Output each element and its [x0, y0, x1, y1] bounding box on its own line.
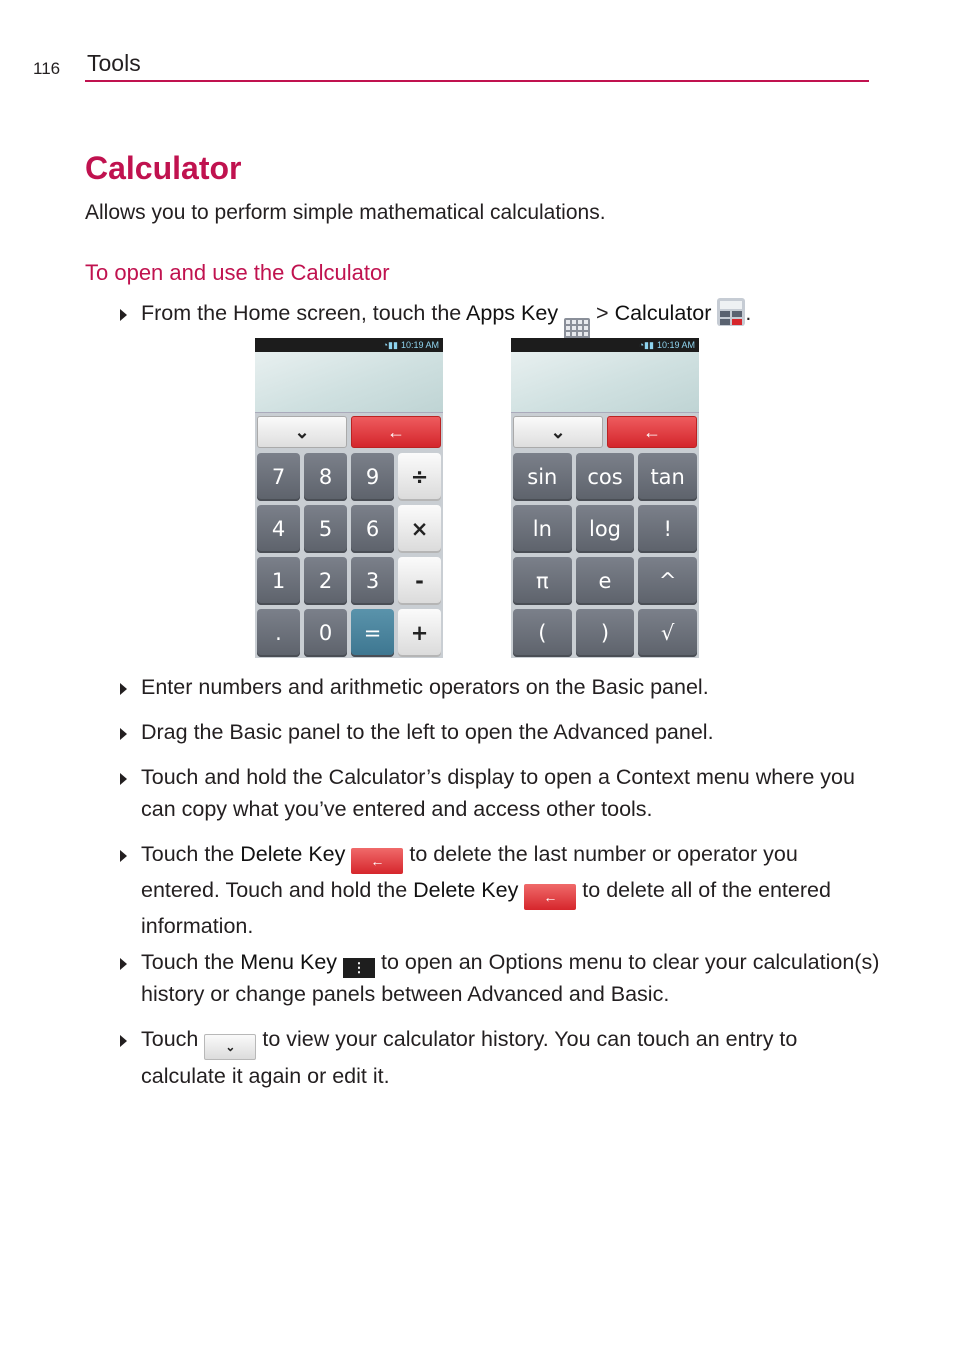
calculator-display[interactable] — [511, 352, 699, 413]
calculator-app-icon — [717, 298, 746, 326]
basic-panel-screenshot: ◔▮▮ 10:19 AM ⌄ ← 7 8 9 ÷ 4 5 6 × 1 2 3-. 0 = + — [255, 338, 443, 658]
adv-key-4[interactable]: log — [575, 505, 635, 553]
basic-keypad: 7 8 9 ÷ 4 5 6 × 1 2 3-. 0 = + — [255, 451, 443, 658]
bullet-icon — [120, 958, 127, 970]
bullet-menu-key: Touch the Menu Key ⋮ to open an Options … — [120, 946, 880, 1010]
key-12[interactable]: . — [257, 609, 300, 657]
header-rule — [85, 80, 869, 82]
delete-button[interactable]: ← — [607, 416, 697, 448]
bullet-icon — [120, 309, 127, 321]
key-14[interactable]: = — [351, 609, 394, 657]
adv-key-3[interactable]: ln — [513, 505, 572, 553]
adv-key-7[interactable]: e — [575, 557, 635, 605]
adv-key-10[interactable]: ) — [575, 609, 635, 657]
key-1[interactable]: 8 — [304, 453, 347, 501]
bullet-delete-key: Touch the Delete Key ← to delete the las… — [120, 838, 880, 942]
key-0[interactable]: 7 — [257, 453, 300, 501]
bullet-context-menu: Touch and hold the Calculator’s display … — [120, 761, 880, 825]
key-3[interactable]: ÷ — [398, 453, 441, 501]
key-5[interactable]: 5 — [304, 505, 347, 553]
key-15[interactable]: + — [398, 609, 441, 657]
adv-key-1[interactable]: cos — [575, 453, 635, 501]
bullet-icon — [120, 1035, 127, 1047]
calculator-display[interactable] — [255, 352, 443, 413]
bullet-icon — [120, 850, 127, 862]
bullet-icon — [120, 683, 127, 695]
bullet-history: Touch ⌄ to view your calculator history.… — [120, 1023, 880, 1092]
history-button[interactable]: ⌄ — [257, 416, 347, 448]
adv-key-8[interactable]: ^ — [638, 557, 697, 605]
key-10[interactable]: 3 — [351, 557, 394, 605]
page-number: 116 — [33, 59, 61, 78]
history-key-icon: ⌄ — [204, 1034, 257, 1060]
history-button[interactable]: ⌄ — [513, 416, 603, 448]
delete-key-icon: ← — [351, 848, 404, 874]
adv-key-2[interactable]: tan — [638, 453, 697, 501]
section-title: Tools — [87, 50, 141, 76]
adv-key-11[interactable]: √ — [638, 609, 697, 657]
delete-key-icon: ← — [524, 884, 577, 910]
adv-key-6[interactable]: π — [513, 557, 572, 605]
signal-icon: ◔▮▮ — [382, 340, 398, 350]
step-open-calculator: From the Home screen, touch the Apps Key… — [120, 297, 880, 344]
bullet-basic-panel: Enter numbers and arithmetic operators o… — [120, 671, 880, 703]
adv-key-0[interactable]: sin — [513, 453, 572, 501]
key-6[interactable]: 6 — [351, 505, 394, 553]
intro-text: Allows you to perform simple mathematica… — [85, 201, 606, 224]
key-8[interactable]: 1 — [257, 557, 300, 605]
bullet-icon — [120, 728, 127, 740]
delete-button[interactable]: ← — [351, 416, 441, 448]
bullet-advanced-panel: Drag the Basic panel to the left to open… — [120, 716, 880, 748]
page-title: Calculator — [85, 150, 242, 186]
adv-key-9[interactable]: ( — [513, 609, 572, 657]
key-11[interactable]: - — [398, 557, 441, 605]
advanced-keypad: sin cos tan ln log! π e ^ () √ — [511, 451, 699, 658]
subheading: To open and use the Calculator — [85, 260, 390, 285]
status-bar: ◔▮▮ 10:19 AM — [255, 338, 443, 352]
advanced-panel-screenshot: ◔▮▮ 10:19 AM ⌄ ← sin cos tan ln log! π e ^ () √ — [511, 338, 699, 658]
bullet-icon — [120, 773, 127, 785]
menu-key-icon: ⋮ — [343, 958, 376, 978]
key-7[interactable]: × — [398, 505, 441, 553]
signal-icon: ◔▮▮ — [638, 340, 654, 350]
status-bar: ◔▮▮ 10:19 AM — [511, 338, 699, 352]
calculator-label: Calculator — [614, 301, 712, 325]
key-9[interactable]: 2 — [304, 557, 347, 605]
apps-key-label: Apps Key — [466, 301, 559, 325]
key-4[interactable]: 4 — [257, 505, 300, 553]
key-2[interactable]: 9 — [351, 453, 394, 501]
adv-key-5[interactable]: ! — [638, 505, 697, 553]
key-13[interactable]: 0 — [304, 609, 347, 657]
